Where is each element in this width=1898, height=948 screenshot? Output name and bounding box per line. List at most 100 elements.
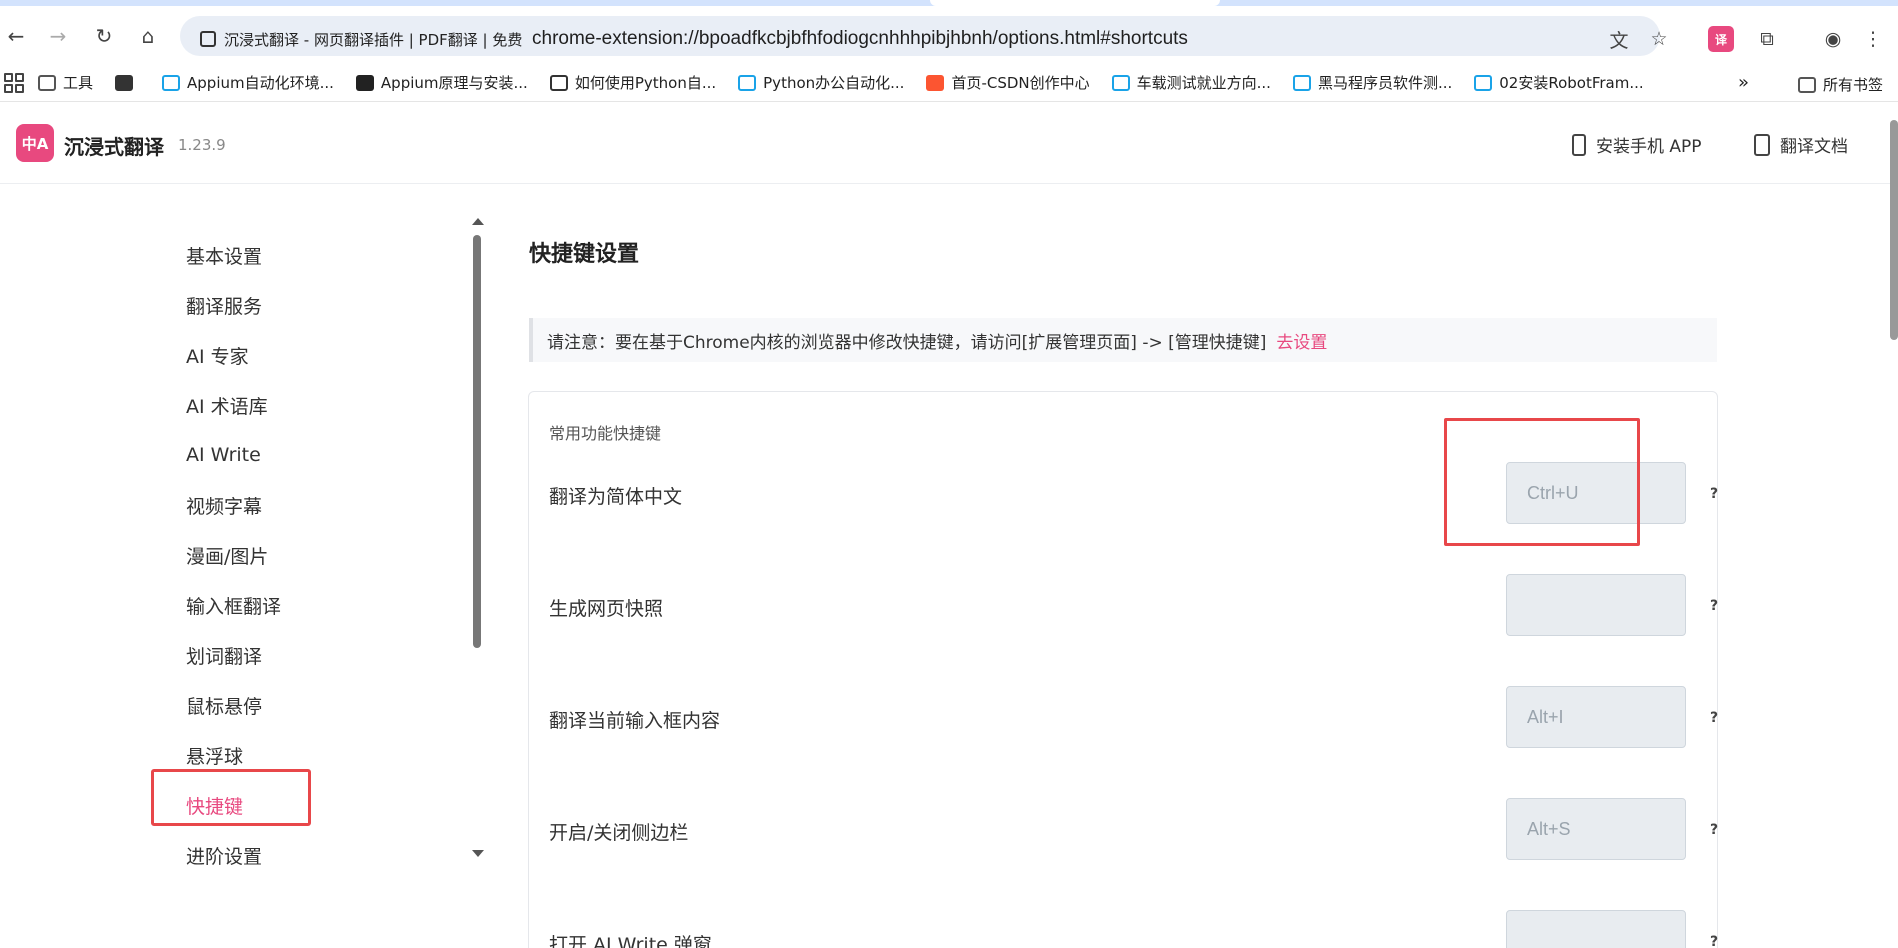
shortcut-notice: 请注意：要在基于Chrome内核的浏览器中修改快捷键，请访问[扩展管理页面] -… [529, 318, 1717, 362]
app-name: 沉浸式翻译 [64, 135, 164, 159]
shortcut-label: 翻译为简体中文 [549, 486, 683, 508]
app-version: 1.23.9 [178, 136, 226, 154]
bookmark-label: Python办公自动化... [763, 74, 905, 92]
phone-icon [1572, 133, 1586, 156]
help-icon[interactable]: ? [1710, 710, 1718, 726]
shortcut-label: 翻译当前输入框内容 [549, 710, 721, 732]
help-icon[interactable]: ? [1710, 934, 1718, 948]
shortcut-key-input[interactable]: Alt+S [1506, 798, 1686, 860]
all-bookmarks-label: 所有书签 [1823, 76, 1884, 94]
notice-text: 请注意：要在基于Chrome内核的浏览器中修改快捷键，请访问[扩展管理页面] -… [547, 332, 1267, 353]
translate-page-icon[interactable]: 文 [1606, 26, 1632, 52]
app-logo: 中A [16, 124, 54, 162]
bilibili-icon [1474, 74, 1493, 91]
bookmark-label: Appium原理与安装... [380, 74, 528, 92]
help-icon[interactable]: ? [1710, 486, 1718, 502]
bookmark-item[interactable]: Appium自动化环境... [162, 72, 334, 93]
page-title: 快捷键设置 [529, 242, 640, 267]
bookmark-item[interactable]: 黑马程序员软件测... [1292, 72, 1453, 93]
bookmark-label: 车载测试就业方向... [1136, 74, 1271, 92]
shortcut-label: 生成网页快照 [549, 598, 664, 620]
bookmark-item[interactable]: 工具 [38, 72, 93, 93]
bilibili-icon [738, 74, 757, 91]
bilibili-icon [162, 74, 181, 91]
bookmark-star-icon[interactable]: ☆ [1646, 26, 1672, 52]
back-icon[interactable]: ← [2, 22, 30, 50]
bookmark-item[interactable] [115, 74, 140, 91]
bilibili-icon [1111, 74, 1130, 91]
url-text[interactable]: chrome-extension://bpoadfkcbjbfhfodiogcn… [532, 28, 1188, 50]
appium-icon [355, 74, 374, 91]
extensions-puzzle-icon[interactable]: ⧉ [1754, 26, 1780, 52]
shortcut-row: 生成网页快照? [549, 574, 1718, 638]
shortcut-key-input[interactable] [1506, 910, 1686, 948]
bilibili-icon [1292, 74, 1311, 91]
bookmark-item[interactable]: Python办公自动化... [738, 72, 904, 93]
annotation-box-sidebar [151, 769, 311, 826]
page-scroll-thumb[interactable] [1890, 120, 1898, 340]
shortcut-row: 打开 AI Write 弹窗? [549, 910, 1718, 948]
bookmark-item[interactable]: 如何使用Python自... [549, 72, 717, 93]
sidebar-item[interactable]: 基本设置 [180, 230, 480, 280]
bookmarks-bar: 工具 Appium自动化环境... Appium原理与安装... 如何使用Python… [0, 64, 1898, 102]
forward-icon[interactable]: → [44, 22, 72, 50]
all-bookmarks[interactable]: 所有书签 [1798, 74, 1883, 95]
shortcut-row: 开启/关闭侧边栏 Alt+S? [549, 798, 1718, 862]
sidebar-item[interactable]: 鼠标悬停 [180, 680, 480, 730]
translate-docs-label: 翻译文档 [1780, 137, 1848, 157]
bookmark-item[interactable]: 首页-CSDN创作中心 [926, 72, 1090, 93]
install-app-label: 安装手机 APP [1596, 137, 1702, 157]
sidebar-item[interactable]: AI 术语库 [180, 380, 480, 430]
bookmarks-overflow-icon[interactable]: » [1738, 72, 1749, 93]
sidebar-item[interactable]: 输入框翻译 [180, 580, 480, 630]
home-icon[interactable]: ⌂ [134, 22, 162, 50]
tab-title: 沉浸式翻译 - 网页翻译插件 | PDF翻译 | 免费 [224, 30, 523, 49]
reload-icon[interactable]: ↻ [90, 22, 118, 50]
bookmark-label: Appium自动化环境... [187, 74, 334, 92]
shortcut-key-input[interactable]: Alt+I [1506, 686, 1686, 748]
shortcut-label: 打开 AI Write 弹窗 [549, 934, 712, 948]
bookmark-label: 02安装RobotFram... [1499, 74, 1644, 92]
sidebar-item[interactable]: 漫画/图片 [180, 530, 480, 580]
folder-icon [1798, 76, 1816, 93]
translate-docs-link[interactable]: 翻译文档 [1754, 132, 1848, 157]
apps-grid-icon[interactable] [4, 72, 24, 93]
immersive-translate-extension-icon[interactable]: 译 [1708, 26, 1734, 52]
sidebar-item[interactable]: 进阶设置 [180, 830, 480, 880]
profile-icon[interactable]: ◉ [1820, 26, 1846, 52]
scroll-thumb[interactable] [473, 235, 481, 648]
bookmark-item[interactable]: 车载测试就业方向... [1111, 72, 1271, 93]
section-caption: 常用功能快捷键 [549, 424, 662, 443]
menu-kebab-icon[interactable]: ⋮ [1860, 26, 1886, 52]
help-icon[interactable]: ? [1710, 598, 1718, 614]
sidebar-scrollbar[interactable] [470, 215, 484, 860]
browser-toolbar: ← → ↻ ⌂ 沉浸式翻译 - 网页翻译插件 | PDF翻译 | 免费 chro… [0, 6, 1898, 64]
folder-icon [38, 74, 56, 91]
scroll-up-arrow-icon[interactable] [472, 218, 484, 225]
go-settings-link[interactable]: 去设置 [1276, 328, 1327, 353]
sidebar-item[interactable]: 视频字幕 [180, 480, 480, 530]
sidebar-item[interactable]: 划词翻译 [180, 630, 480, 680]
help-icon[interactable]: ? [1710, 822, 1718, 838]
site-chip[interactable]: 沉浸式翻译 - 网页翻译插件 | PDF翻译 | 免费 [200, 26, 522, 52]
sidebar-item[interactable]: AI Write [180, 430, 480, 480]
sidebar-item[interactable]: 翻译服务 [180, 280, 480, 330]
shortcut-row: 翻译当前输入框内容 Alt+I? [549, 686, 1718, 750]
bookmark-label: 黑马程序员软件测... [1317, 74, 1453, 92]
sidebar-item[interactable]: AI 专家 [180, 330, 480, 380]
scroll-down-arrow-icon[interactable] [472, 850, 484, 857]
bookmark-list: 工具 Appium自动化环境... Appium原理与安装... 如何使用Python… [38, 72, 1666, 93]
csdn-icon [926, 74, 945, 91]
install-app-link[interactable]: 安装手机 APP [1572, 132, 1702, 157]
page-scrollbar[interactable] [1888, 108, 1898, 948]
bookmark-item[interactable]: 02安装RobotFram... [1474, 72, 1644, 93]
document-icon [1754, 133, 1770, 156]
page-icon [549, 74, 568, 91]
app-header: 中A 沉浸式翻译 1.23.9 安装手机 APP 翻译文档 [0, 102, 1898, 184]
bookmark-label: 首页-CSDN创作中心 [951, 74, 1090, 92]
bookmark-label: 如何使用Python自... [574, 74, 717, 92]
bookmark-item[interactable]: Appium原理与安装... [355, 72, 528, 93]
shortcut-label: 开启/关闭侧边栏 [549, 822, 689, 844]
shortcut-key-input[interactable] [1506, 574, 1686, 636]
annotation-box-shortcut [1444, 418, 1640, 546]
